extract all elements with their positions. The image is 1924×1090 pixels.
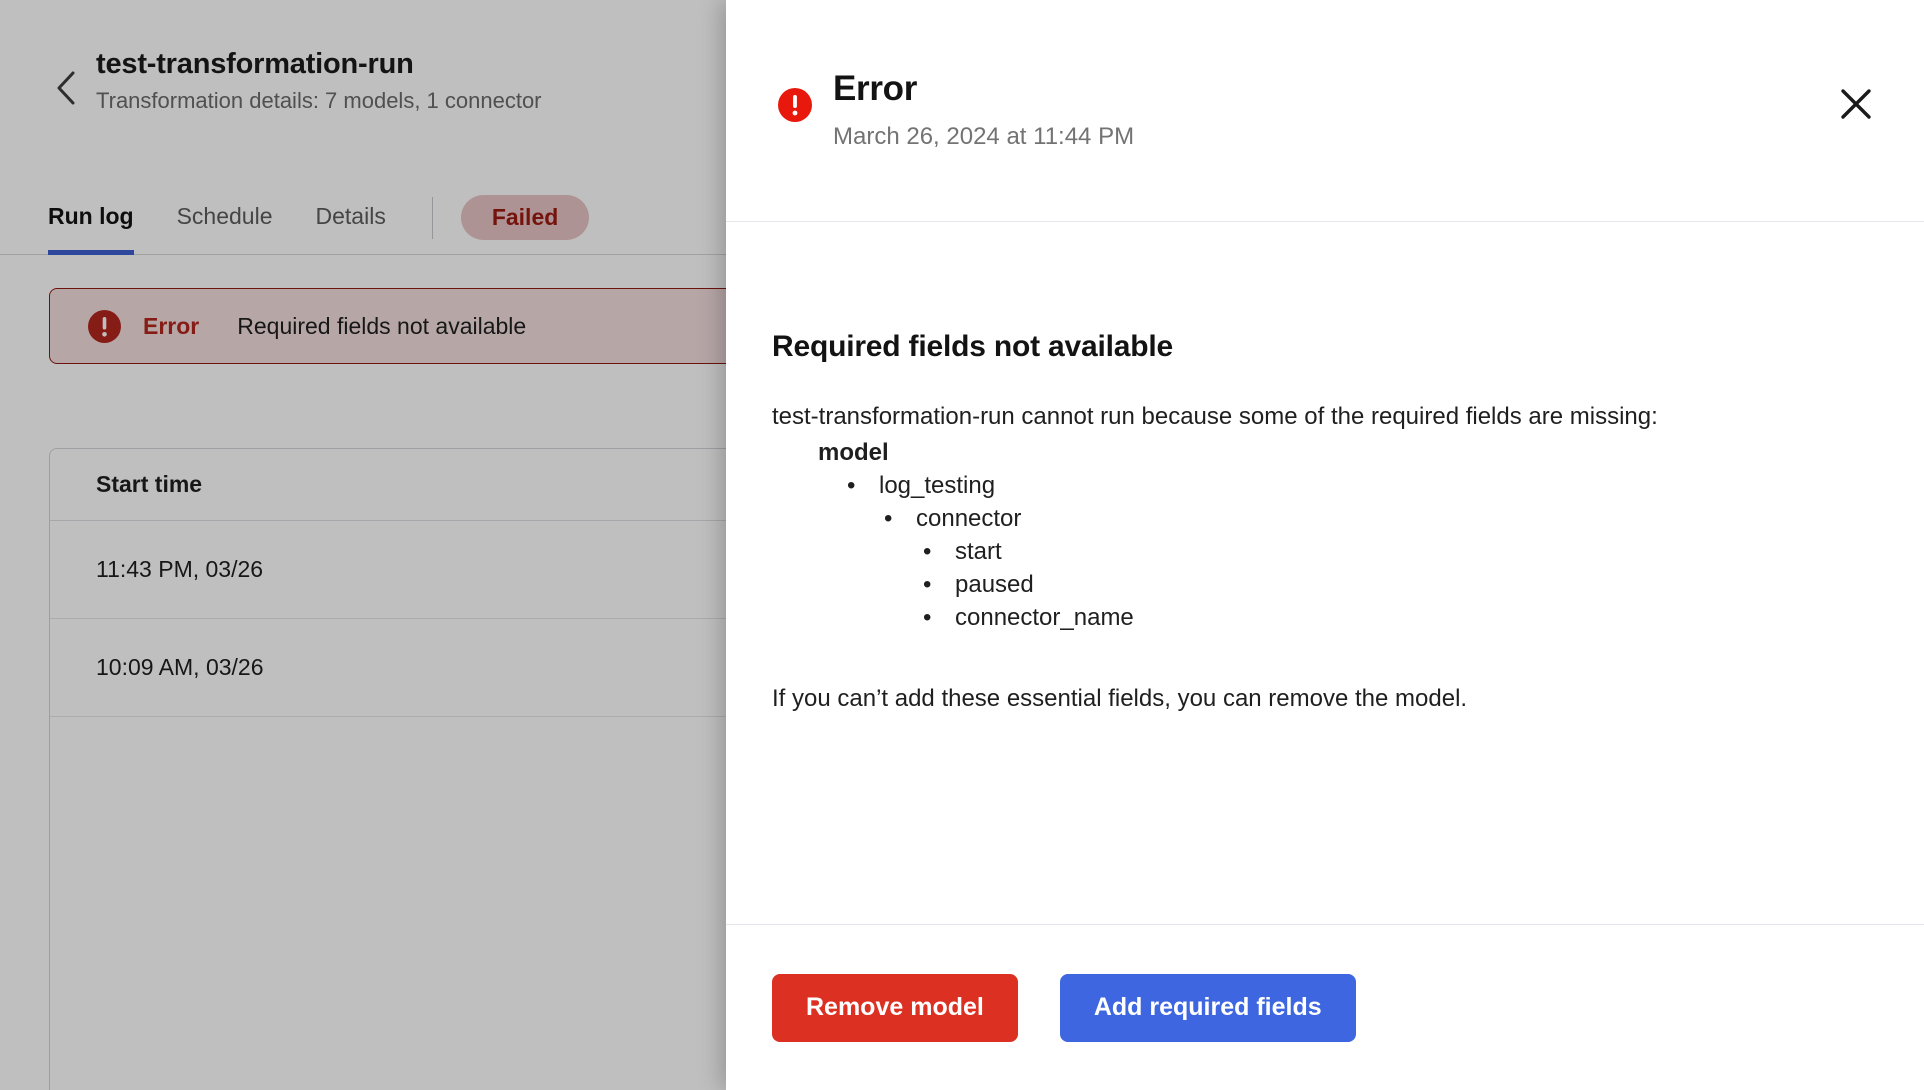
modal-body-paragraph: test-transformation-run cannot run becau… [772,402,1658,430]
close-icon [1839,87,1873,121]
modal-footer: Remove model Add required fields [726,924,1924,1090]
status-badge: Failed [460,195,590,240]
tree-item: connector [884,503,1804,536]
chevron-left-icon [56,71,76,105]
modal-timestamp: March 26, 2024 at 11:44 PM [833,123,1135,150]
app-root: test-transformation-run Transformation d… [0,0,1924,1090]
modal-body-heading: Required fields not available [772,330,1173,363]
back-button[interactable] [48,70,84,106]
tab-details[interactable]: Details [316,181,386,254]
tabs-divider [431,196,433,239]
missing-fields-tree: model log_testing connector start paused… [772,437,1804,634]
tree-item: connector_name [923,602,1804,635]
page-title: test-transformation-run [96,48,414,80]
cell-start-time: 10:09 AM, 03/26 [96,654,264,680]
modal-header: Error March 26, 2024 at 11:44 PM [726,0,1924,222]
modal-body-inner: Required fields not available test-trans… [726,275,1864,716]
page-subtitle: Transformation details: 7 models, 1 conn… [96,88,542,114]
add-required-fields-button[interactable]: Add required fields [1059,973,1356,1042]
tab-run-log[interactable]: Run log [48,181,134,255]
tree-item: log_testing [847,470,1804,503]
error-circle-icon [88,309,121,343]
title-block: test-transformation-run Transformation d… [96,44,542,116]
modal-title: Error [833,69,918,108]
modal-body-outro: If you can’t add these essential fields,… [772,684,1468,712]
modal-body: Required fields not available test-trans… [726,222,1924,924]
modal-header-text: Error March 26, 2024 at 11:44 PM [833,68,1134,152]
cell-start-time: 11:43 PM, 03/26 [96,556,264,582]
column-header-start-time: Start time [96,471,203,497]
tree-item: start [923,536,1804,569]
tab-schedule[interactable]: Schedule [177,181,273,254]
banner-label: Error [143,312,200,339]
tree-group-label: model [818,439,889,467]
tree-item: paused [923,569,1804,602]
error-modal: Error March 26, 2024 at 11:44 PM Require… [726,0,1924,1090]
error-circle-icon [778,88,812,122]
close-button[interactable] [1826,74,1886,134]
remove-model-button[interactable]: Remove model [772,973,1018,1042]
banner-message: Required fields not available [237,312,527,339]
